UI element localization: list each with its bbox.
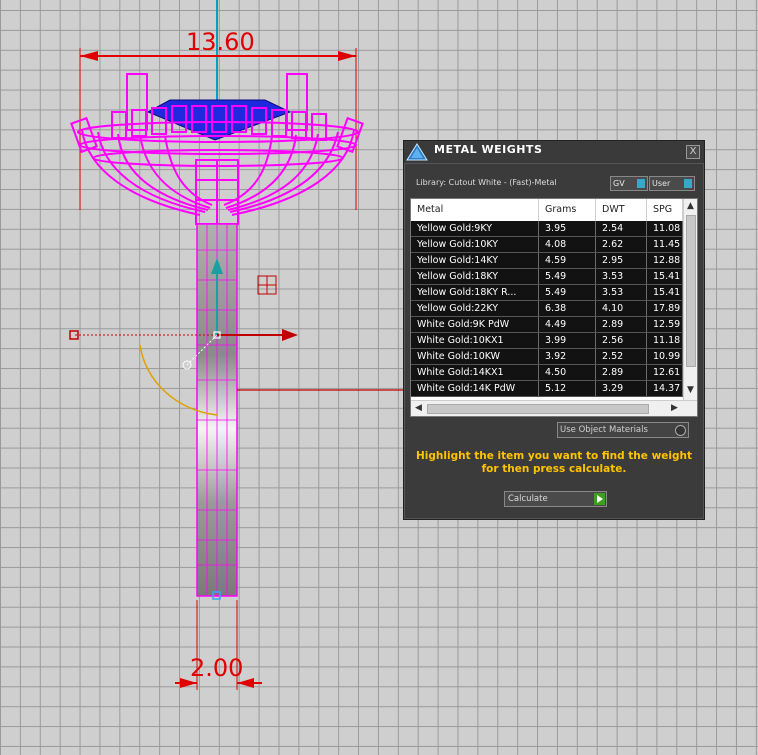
column-header-dwt[interactable]: DWT bbox=[596, 199, 647, 221]
table-row[interactable]: Yellow Gold:18KY R... 5.49 3.53 15.41 bbox=[411, 285, 683, 301]
cell-grams: 4.50 bbox=[539, 365, 596, 380]
column-header-spg[interactable]: SPG bbox=[647, 199, 683, 221]
cell-grams: 3.99 bbox=[539, 333, 596, 348]
cell-dwt: 2.62 bbox=[596, 237, 647, 252]
cell-dwt: 2.56 bbox=[596, 333, 647, 348]
cell-metal: Yellow Gold:10KY bbox=[411, 237, 539, 252]
table-row[interactable]: Yellow Gold:22KY 6.38 4.10 17.89 bbox=[411, 301, 683, 317]
cell-metal: Yellow Gold:14KY bbox=[411, 253, 539, 268]
close-button[interactable]: X bbox=[686, 145, 700, 159]
gv-label: GV bbox=[613, 179, 625, 188]
table-row[interactable]: Yellow Gold:10KY 4.08 2.62 11.45 bbox=[411, 237, 683, 253]
use-object-materials-toggle[interactable]: Use Object Materials bbox=[557, 422, 689, 438]
cell-grams: 3.92 bbox=[539, 349, 596, 364]
cell-metal: Yellow Gold:18KY bbox=[411, 269, 539, 284]
scroll-up-icon[interactable]: ▲ bbox=[687, 201, 694, 211]
cell-grams: 5.49 bbox=[539, 269, 596, 284]
column-header-grams[interactable]: Grams bbox=[539, 199, 596, 221]
close-icon[interactable]: X bbox=[690, 146, 697, 157]
user-toggle[interactable]: User bbox=[649, 176, 695, 191]
cell-grams: 4.49 bbox=[539, 317, 596, 332]
cell-grams: 4.59 bbox=[539, 253, 596, 268]
table-row[interactable]: White Gold:10KW 3.92 2.52 10.99 bbox=[411, 349, 683, 365]
cell-dwt: 2.52 bbox=[596, 349, 647, 364]
cell-spg: 12.61 bbox=[647, 365, 683, 380]
cell-metal: White Gold:9K PdW bbox=[411, 317, 539, 332]
cell-metal: Yellow Gold:18KY R... bbox=[411, 285, 539, 300]
cell-spg: 11.18 bbox=[647, 333, 683, 348]
panel-titlebar[interactable]: METAL WEIGHTS X bbox=[404, 141, 704, 164]
dimension-label-shank: 2.00 bbox=[190, 654, 244, 682]
toggle-icon bbox=[684, 179, 692, 188]
cell-metal: White Gold:10KW bbox=[411, 349, 539, 364]
cell-metal: White Gold:14KX1 bbox=[411, 365, 539, 380]
column-header-metal[interactable]: Metal bbox=[411, 199, 539, 221]
table-row[interactable]: Yellow Gold:14KY 4.59 2.95 12.88 bbox=[411, 253, 683, 269]
cell-dwt: 2.54 bbox=[596, 221, 647, 236]
cell-spg: 14.37 bbox=[647, 381, 683, 396]
calculate-label: Calculate bbox=[508, 494, 548, 504]
cell-grams: 4.08 bbox=[539, 237, 596, 252]
cell-grams: 5.12 bbox=[539, 381, 596, 396]
cell-spg: 10.99 bbox=[647, 349, 683, 364]
cell-metal: White Gold:14K PdW bbox=[411, 381, 539, 396]
cell-grams: 6.38 bbox=[539, 301, 596, 316]
cell-spg: 15.41 bbox=[647, 285, 683, 300]
cell-dwt: 2.89 bbox=[596, 317, 647, 332]
cell-spg: 17.89 bbox=[647, 301, 683, 316]
cell-dwt: 3.29 bbox=[596, 381, 647, 396]
scroll-left-icon[interactable]: ◀ bbox=[415, 403, 422, 413]
user-label: User bbox=[652, 179, 671, 188]
table-row[interactable]: White Gold:10KX1 3.99 2.56 11.18 bbox=[411, 333, 683, 349]
horizontal-scrollbar[interactable]: ◀ ▶ bbox=[411, 400, 697, 416]
cell-dwt: 2.95 bbox=[596, 253, 647, 268]
cell-spg: 12.88 bbox=[647, 253, 683, 268]
scroll-thumb-horizontal[interactable] bbox=[427, 404, 649, 414]
vertical-scrollbar[interactable]: ▲ ▼ bbox=[683, 199, 697, 400]
cell-spg: 11.08 bbox=[647, 221, 683, 236]
metal-table[interactable]: Metal Grams DWT SPG Yellow Gold:9KY 3.95 2… bbox=[410, 198, 698, 417]
cell-metal: White Gold:10KX1 bbox=[411, 333, 539, 348]
cell-metal: Yellow Gold:22KY bbox=[411, 301, 539, 316]
scroll-right-icon[interactable]: ▶ bbox=[671, 403, 678, 413]
table-row[interactable]: Yellow Gold:9KY 3.95 2.54 11.08 bbox=[411, 221, 683, 237]
table-row[interactable]: Yellow Gold:18KY 5.49 3.53 15.41 bbox=[411, 269, 683, 285]
calculate-button[interactable]: Calculate bbox=[504, 491, 607, 507]
table-row[interactable]: White Gold:14K PdW 5.12 3.29 14.37 bbox=[411, 381, 683, 397]
metal-weights-panel: METAL WEIGHTS X Library: Cutout White - … bbox=[403, 140, 705, 520]
play-icon bbox=[594, 493, 605, 505]
cell-spg: 15.41 bbox=[647, 269, 683, 284]
instruction-text: Highlight the item you want to find the … bbox=[416, 450, 692, 475]
toggle-icon bbox=[637, 179, 645, 188]
scroll-thumb-vertical[interactable] bbox=[686, 215, 696, 367]
table-row[interactable]: White Gold:14KX1 4.50 2.89 12.61 bbox=[411, 365, 683, 381]
use-object-materials-label: Use Object Materials bbox=[560, 425, 648, 435]
app-logo-icon bbox=[406, 143, 428, 161]
scroll-down-icon[interactable]: ▼ bbox=[687, 385, 694, 395]
cell-spg: 12.59 bbox=[647, 317, 683, 332]
cell-spg: 11.45 bbox=[647, 237, 683, 252]
cell-grams: 3.95 bbox=[539, 221, 596, 236]
cell-dwt: 2.89 bbox=[596, 365, 647, 380]
dimension-label-width: 13.60 bbox=[186, 28, 255, 56]
cell-grams: 5.49 bbox=[539, 285, 596, 300]
panel-title: METAL WEIGHTS bbox=[434, 143, 543, 156]
cell-dwt: 3.53 bbox=[596, 269, 647, 284]
library-label: Library: Cutout White - (Fast)-Metal bbox=[416, 178, 557, 187]
table-row[interactable]: White Gold:9K PdW 4.49 2.89 12.59 bbox=[411, 317, 683, 333]
table-header: Metal Grams DWT SPG bbox=[411, 199, 683, 221]
cell-dwt: 3.53 bbox=[596, 285, 647, 300]
gv-toggle[interactable]: GV bbox=[610, 176, 648, 191]
cell-dwt: 4.10 bbox=[596, 301, 647, 316]
radio-icon bbox=[675, 425, 686, 436]
cell-metal: Yellow Gold:9KY bbox=[411, 221, 539, 236]
